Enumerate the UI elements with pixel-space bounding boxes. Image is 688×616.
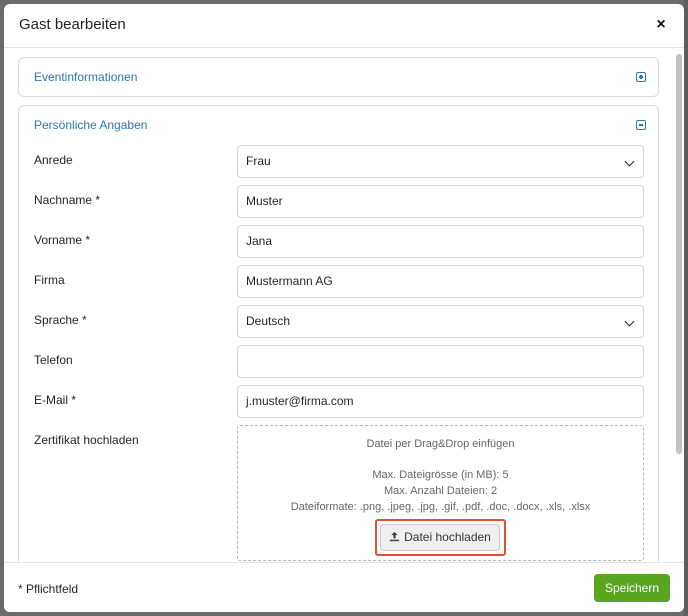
anrede-label: Anrede — [34, 153, 73, 167]
upload-file-button[interactable]: Datei hochladen — [380, 524, 500, 551]
telefon-input[interactable] — [237, 345, 644, 378]
sprache-label: Sprache * — [34, 313, 87, 327]
dropzone-formats: Dateiformate: .png, .jpeg, .jpg, .gif, .… — [290, 501, 591, 513]
sprache-select[interactable]: Deutsch — [237, 305, 644, 338]
accordion-title: Persönliche Angaben — [34, 118, 148, 132]
email-label: E-Mail * — [34, 393, 77, 407]
anrede-value: Frau — [246, 154, 271, 168]
upload-button-label: Datei hochladen — [404, 530, 491, 544]
nachname-label: Nachname * — [34, 193, 101, 207]
accordion-header-eventinformationen[interactable]: Eventinformationen — [19, 58, 658, 98]
form-row-nachname: Nachname * Muster — [34, 185, 644, 219]
chevron-down-icon — [624, 316, 635, 327]
firma-input[interactable]: Mustermann AG — [237, 265, 644, 298]
form-row-firma: Firma Mustermann AG — [34, 265, 644, 299]
upload-icon — [390, 531, 400, 542]
form-row-anrede: Anrede Frau — [34, 145, 644, 179]
minus-square-icon[interactable] — [636, 120, 646, 130]
telefon-label: Telefon — [34, 353, 73, 367]
modal-title: Gast bearbeiten — [19, 16, 126, 33]
anrede-select[interactable]: Frau — [237, 145, 644, 178]
required-field-note: * Pflichtfeld — [18, 582, 79, 596]
modal-body[interactable]: Eventinformationen Persönliche Angaben A… — [4, 48, 684, 562]
dropzone-hint: Datei per Drag&Drop einfügen — [366, 438, 515, 450]
edit-guest-modal: Gast bearbeiten × Eventinformationen Per… — [4, 4, 684, 612]
form-row-telefon: Telefon — [34, 345, 644, 379]
accordion-persoenliche-angaben: Persönliche Angaben Anrede Frau Nachname… — [18, 105, 659, 562]
zertifikat-label: Zertifikat hochladen — [34, 433, 139, 447]
plus-square-icon[interactable] — [636, 72, 646, 82]
dropzone-max-files: Max. Anzahl Dateien: 2 — [383, 485, 498, 497]
save-button[interactable]: Speichern — [594, 574, 670, 602]
firma-label: Firma — [34, 273, 65, 287]
close-icon[interactable]: × — [650, 14, 672, 36]
sprache-value: Deutsch — [246, 314, 291, 328]
file-dropzone[interactable]: Datei per Drag&Drop einfügen Max. Dateig… — [237, 425, 644, 561]
chevron-down-icon — [624, 156, 635, 167]
nachname-input[interactable]: Muster — [237, 185, 644, 218]
vorname-input[interactable]: Jana — [237, 225, 644, 258]
accordion-eventinformationen: Eventinformationen — [18, 57, 659, 97]
form-row-sprache: Sprache * Deutsch — [34, 305, 644, 339]
form-row-zertifikat: Zertifikat hochladen Datei per Drag&Drop… — [34, 425, 644, 562]
dropzone-max-size: Max. Dateigrösse (in MB): 5 — [372, 469, 509, 481]
scrollbar[interactable] — [676, 50, 682, 558]
form-row-vorname: Vorname * Jana — [34, 225, 644, 259]
vorname-label: Vorname * — [34, 233, 91, 247]
accordion-title: Eventinformationen — [34, 70, 138, 84]
backdrop — [684, 0, 688, 616]
modal-header: Gast bearbeiten × — [4, 4, 684, 48]
form-row-email: E-Mail * j.muster@firma.com — [34, 385, 644, 419]
accordion-header-persoenliche-angaben[interactable]: Persönliche Angaben — [19, 106, 658, 146]
scrollbar-thumb[interactable] — [676, 54, 682, 454]
modal-footer: * Pflichtfeld Speichern — [4, 562, 684, 612]
email-input[interactable]: j.muster@firma.com — [237, 385, 644, 418]
upload-button-highlight: Datei hochladen — [375, 519, 506, 556]
